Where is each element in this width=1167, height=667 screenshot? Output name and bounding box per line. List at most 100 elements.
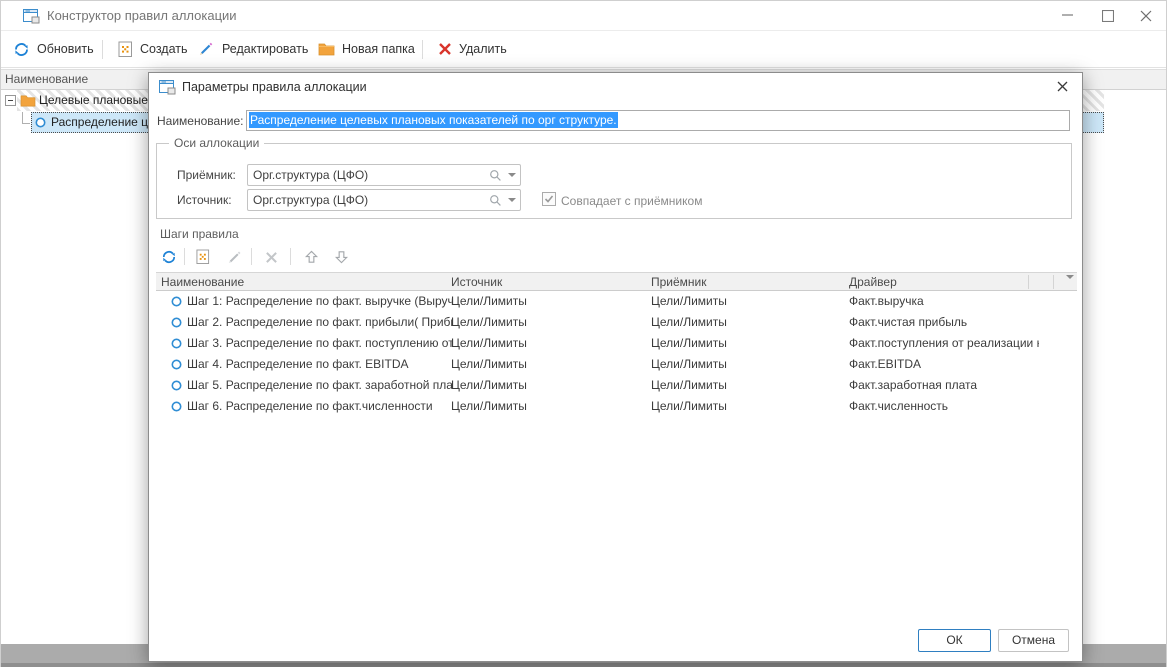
steps-refresh-button[interactable]: [157, 245, 181, 269]
header-separator: [1028, 275, 1029, 289]
minimize-icon: [1062, 10, 1074, 20]
steps-edit-button[interactable]: [222, 245, 246, 269]
step-driver-cell: Факт.выручка: [849, 291, 1039, 312]
tree-connector: [22, 112, 23, 123]
folder-icon: [20, 94, 36, 110]
receiver-label: Приёмник:: [177, 168, 236, 182]
step-source-cell: Цели/Лимиты: [451, 354, 646, 375]
steps-section-title: Шаги правила: [160, 227, 239, 241]
step-driver-cell: Факт.заработная плата: [849, 375, 1039, 396]
name-field-label: Наименование:: [157, 114, 244, 128]
column-header-source[interactable]: Источник: [451, 275, 502, 289]
step-node-icon: [171, 401, 182, 415]
cancel-button[interactable]: Отмена: [998, 629, 1069, 652]
ok-button[interactable]: ОК: [918, 629, 991, 652]
dialog-window-icon: [159, 80, 176, 98]
step-receiver-cell: Цели/Лимиты: [651, 354, 846, 375]
name-input[interactable]: Распределение целевых плановых показател…: [246, 110, 1070, 131]
column-header-name[interactable]: Наименование: [161, 275, 244, 289]
step-receiver-cell: Цели/Лимиты: [651, 291, 846, 312]
step-node-icon: [171, 296, 182, 310]
delete-icon: [265, 251, 278, 264]
pencil-icon: [226, 249, 243, 266]
maximize-button[interactable]: [1088, 1, 1128, 30]
arrow-down-icon: [334, 249, 349, 265]
steps-add-button[interactable]: [191, 245, 215, 269]
same-as-receiver-checkbox[interactable]: [542, 192, 556, 206]
step-name-cell: Шаг 6. Распределение по факт.численности: [187, 396, 452, 417]
step-row[interactable]: Шаг 4. Распределение по факт. EBITDA Цел…: [156, 354, 1077, 375]
toolbar-separator: [102, 40, 103, 59]
dialog-title: Параметры правила аллокации: [182, 80, 367, 94]
refresh-icon: [161, 249, 177, 265]
close-button[interactable]: [1126, 1, 1166, 30]
rule-label: Распределение цел: [51, 115, 161, 129]
step-row[interactable]: Шаг 2. Распределение по факт. прибыли( П…: [156, 312, 1077, 333]
same-as-receiver-label: Совпадает с приёмником: [561, 194, 702, 208]
step-node-icon: [171, 359, 182, 373]
steps-delete-button[interactable]: [259, 245, 283, 269]
pencil-icon: [197, 40, 215, 58]
step-row[interactable]: Шаг 3. Распределение по факт. поступлени…: [156, 333, 1077, 354]
delete-button[interactable]: Удалить: [438, 31, 507, 67]
step-row[interactable]: Шаг 6. Распределение по факт.численности…: [156, 396, 1077, 417]
app-window-icon: [23, 9, 40, 27]
step-receiver-cell: Цели/Лимиты: [651, 375, 846, 396]
dialog-close-button[interactable]: [1052, 77, 1072, 97]
toolbar-separator: [251, 248, 252, 265]
edit-button[interactable]: Редактировать: [197, 31, 308, 67]
minimize-button[interactable]: [1048, 1, 1088, 30]
search-icon: [489, 194, 502, 207]
step-receiver-cell: Цели/Лимиты: [651, 312, 846, 333]
step-driver-cell: Факт.EBITDA: [849, 354, 1039, 375]
step-node-icon: [171, 380, 182, 394]
step-receiver-cell: Цели/Лимиты: [651, 396, 846, 417]
folder-label: Целевые плановые п: [39, 93, 158, 107]
toolbar-separator: [422, 40, 423, 59]
search-icon: [489, 169, 502, 182]
step-name-cell: Шаг 1: Распределение по факт. выручке (В…: [187, 291, 452, 312]
step-node-icon: [171, 317, 182, 331]
steps-table-header: Наименование Источник Приёмник Драйвер: [156, 272, 1077, 291]
column-header-receiver[interactable]: Приёмник: [651, 275, 707, 289]
step-name-cell: Шаг 3. Распределение по факт. поступлени…: [187, 333, 452, 354]
close-icon: [1140, 10, 1152, 22]
step-source-cell: Цели/Лимиты: [451, 291, 646, 312]
create-icon: [196, 249, 210, 265]
axes-group-title: Оси аллокации: [169, 136, 264, 150]
move-down-button[interactable]: [329, 245, 353, 269]
source-value: Орг.структура (ЦФО): [253, 193, 368, 207]
window-title: Конструктор правил аллокации: [47, 8, 237, 23]
folder-icon: [318, 42, 335, 56]
column-header-driver[interactable]: Драйвер: [849, 275, 897, 289]
step-row[interactable]: Шаг 5. Распределение по факт. заработной…: [156, 375, 1077, 396]
create-button[interactable]: Создать: [118, 31, 188, 67]
step-row[interactable]: Шаг 1: Распределение по факт. выручке (В…: [156, 291, 1077, 312]
selected-text: Распределение целевых плановых показател…: [249, 112, 618, 128]
receiver-combo[interactable]: Орг.структура (ЦФО): [247, 164, 521, 186]
collapse-icon[interactable]: [5, 95, 16, 106]
close-icon: [1057, 81, 1068, 92]
step-name-cell: Шаг 4. Распределение по факт. EBITDA: [187, 354, 452, 375]
source-label: Источник:: [177, 193, 232, 207]
new-folder-label: Новая папка: [342, 42, 415, 56]
step-receiver-cell: Цели/Лимиты: [651, 333, 846, 354]
step-driver-cell: Факт.чистая прибыль: [849, 312, 1039, 333]
receiver-value: Орг.структура (ЦФО): [253, 168, 368, 182]
step-source-cell: Цели/Лимиты: [451, 333, 646, 354]
chevron-down-icon: [508, 198, 516, 202]
source-combo[interactable]: Орг.структура (ЦФО): [247, 189, 521, 211]
new-folder-button[interactable]: Новая папка: [318, 31, 415, 67]
move-up-button[interactable]: [299, 245, 323, 269]
edit-label: Редактировать: [222, 42, 308, 56]
step-driver-cell: Факт.поступления от реализации непр: [849, 333, 1039, 354]
header-separator: [1053, 275, 1054, 289]
toolbar-separator: [184, 248, 185, 265]
refresh-icon: [13, 41, 30, 58]
arrow-up-icon: [304, 249, 319, 265]
toolbar-separator: [290, 248, 291, 265]
chevron-down-icon: [508, 173, 516, 177]
main-toolbar: Обновить Создать Редактировать Новая пап…: [1, 31, 1166, 68]
refresh-button[interactable]: Обновить: [13, 31, 94, 67]
refresh-label: Обновить: [37, 42, 94, 56]
